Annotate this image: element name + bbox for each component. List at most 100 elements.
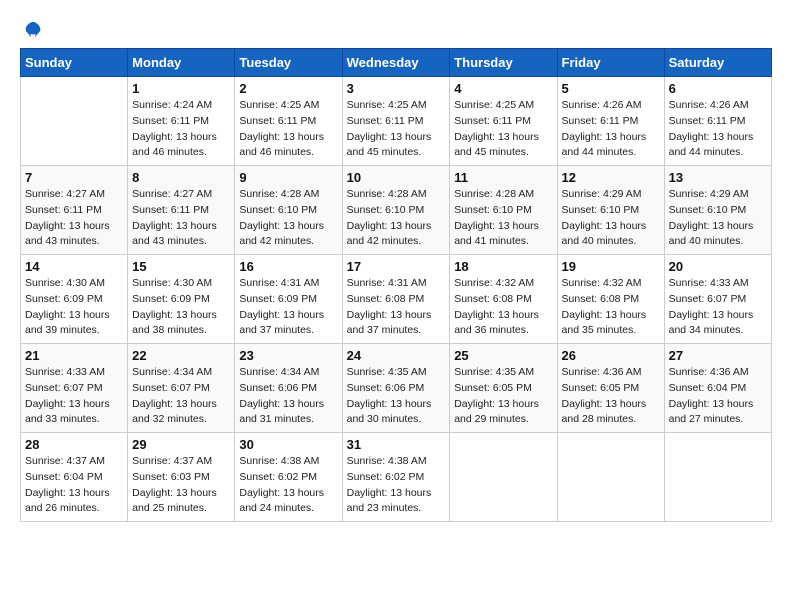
cell-day-number: 7 xyxy=(25,170,123,185)
cell-day-number: 19 xyxy=(562,259,660,274)
calendar-header-row: SundayMondayTuesdayWednesdayThursdayFrid… xyxy=(21,49,772,77)
cell-info: Sunrise: 4:29 AMSunset: 6:10 PMDaylight:… xyxy=(562,187,660,250)
calendar-cell: 25 Sunrise: 4:35 AMSunset: 6:05 PMDayligh… xyxy=(450,344,557,433)
calendar-cell: 8 Sunrise: 4:27 AMSunset: 6:11 PMDaylight… xyxy=(128,166,235,255)
calendar-cell xyxy=(664,433,771,522)
cell-info: Sunrise: 4:35 AMSunset: 6:06 PMDaylight:… xyxy=(347,365,446,428)
column-header-thursday: Thursday xyxy=(450,49,557,77)
cell-day-number: 21 xyxy=(25,348,123,363)
calendar-cell: 17 Sunrise: 4:31 AMSunset: 6:08 PMDayligh… xyxy=(342,255,450,344)
calendar-cell: 18 Sunrise: 4:32 AMSunset: 6:08 PMDayligh… xyxy=(450,255,557,344)
calendar-cell: 24 Sunrise: 4:35 AMSunset: 6:06 PMDayligh… xyxy=(342,344,450,433)
cell-day-number: 15 xyxy=(132,259,230,274)
calendar-cell: 21 Sunrise: 4:33 AMSunset: 6:07 PMDayligh… xyxy=(21,344,128,433)
cell-day-number: 22 xyxy=(132,348,230,363)
cell-info: Sunrise: 4:37 AMSunset: 6:04 PMDaylight:… xyxy=(25,454,123,517)
calendar-cell: 2Sunrise: 4:25 AMSunset: 6:11 PMDaylight… xyxy=(235,77,342,166)
calendar-week-row: 28Sunrise: 4:37 AMSunset: 6:04 PMDayligh… xyxy=(21,433,772,522)
cell-day-number: 6 xyxy=(669,81,767,96)
cell-day-number: 30 xyxy=(239,437,337,452)
cell-day-number: 26 xyxy=(562,348,660,363)
calendar-cell: 14 Sunrise: 4:30 AMSunset: 6:09 PMDayligh… xyxy=(21,255,128,344)
cell-info: Sunrise: 4:27 AMSunset: 6:11 PMDaylight:… xyxy=(132,187,230,250)
calendar-cell: 20 Sunrise: 4:33 AMSunset: 6:07 PMDayligh… xyxy=(664,255,771,344)
calendar-cell: 27Sunrise: 4:36 AMSunset: 6:04 PMDayligh… xyxy=(664,344,771,433)
cell-info: Sunrise: 4:32 AMSunset: 6:08 PMDaylight:… xyxy=(562,276,660,339)
cell-day-number: 29 xyxy=(132,437,230,452)
calendar-cell: 6 Sunrise: 4:26 AMSunset: 6:11 PMDaylight… xyxy=(664,77,771,166)
cell-day-number: 12 xyxy=(562,170,660,185)
cell-day-number: 27 xyxy=(669,348,767,363)
cell-info: Sunrise: 4:28 AMSunset: 6:10 PMDaylight:… xyxy=(454,187,552,250)
calendar-week-row: 1 Sunrise: 4:24 AMSunset: 6:11 PMDaylight… xyxy=(21,77,772,166)
cell-info: Sunrise: 4:33 AMSunset: 6:07 PMDaylight:… xyxy=(669,276,767,339)
cell-info: Sunrise: 4:34 AMSunset: 6:06 PMDaylight:… xyxy=(239,365,337,428)
column-header-tuesday: Tuesday xyxy=(235,49,342,77)
cell-day-number: 14 xyxy=(25,259,123,274)
calendar-cell: 26 Sunrise: 4:36 AMSunset: 6:05 PMDayligh… xyxy=(557,344,664,433)
cell-day-number: 24 xyxy=(347,348,446,363)
cell-info: Sunrise: 4:26 AMSunset: 6:11 PMDaylight:… xyxy=(669,98,767,161)
cell-day-number: 17 xyxy=(347,259,446,274)
cell-info: Sunrise: 4:25 AMSunset: 6:11 PMDaylight:… xyxy=(347,98,446,161)
cell-day-number: 25 xyxy=(454,348,552,363)
cell-day-number: 1 xyxy=(132,81,230,96)
calendar-cell: 19 Sunrise: 4:32 AMSunset: 6:08 PMDayligh… xyxy=(557,255,664,344)
column-header-sunday: Sunday xyxy=(21,49,128,77)
logo xyxy=(20,20,44,38)
header xyxy=(20,20,772,38)
calendar-cell: 10 Sunrise: 4:28 AMSunset: 6:10 PMDayligh… xyxy=(342,166,450,255)
column-header-saturday: Saturday xyxy=(664,49,771,77)
calendar-cell: 23 Sunrise: 4:34 AMSunset: 6:06 PMDayligh… xyxy=(235,344,342,433)
calendar-cell: 4Sunrise: 4:25 AMSunset: 6:11 PMDaylight… xyxy=(450,77,557,166)
calendar-cell: 31Sunrise: 4:38 AMSunset: 6:02 PMDayligh… xyxy=(342,433,450,522)
cell-info: Sunrise: 4:35 AMSunset: 6:05 PMDaylight:… xyxy=(454,365,552,428)
cell-info: Sunrise: 4:33 AMSunset: 6:07 PMDaylight:… xyxy=(25,365,123,428)
cell-day-number: 23 xyxy=(239,348,337,363)
calendar-cell: 16 Sunrise: 4:31 AMSunset: 6:09 PMDayligh… xyxy=(235,255,342,344)
cell-info: Sunrise: 4:38 AMSunset: 6:02 PMDaylight:… xyxy=(347,454,446,517)
calendar-week-row: 14 Sunrise: 4:30 AMSunset: 6:09 PMDayligh… xyxy=(21,255,772,344)
cell-day-number: 8 xyxy=(132,170,230,185)
calendar-cell: 5 Sunrise: 4:26 AMSunset: 6:11 PMDaylight… xyxy=(557,77,664,166)
cell-info: Sunrise: 4:26 AMSunset: 6:11 PMDaylight:… xyxy=(562,98,660,161)
cell-info: Sunrise: 4:28 AMSunset: 6:10 PMDaylight:… xyxy=(239,187,337,250)
calendar-cell: 28Sunrise: 4:37 AMSunset: 6:04 PMDayligh… xyxy=(21,433,128,522)
calendar-cell: 3 Sunrise: 4:25 AMSunset: 6:11 PMDaylight… xyxy=(342,77,450,166)
calendar-cell: 22 Sunrise: 4:34 AMSunset: 6:07 PMDayligh… xyxy=(128,344,235,433)
calendar-cell: 13Sunrise: 4:29 AMSunset: 6:10 PMDayligh… xyxy=(664,166,771,255)
cell-info: Sunrise: 4:36 AMSunset: 6:05 PMDaylight:… xyxy=(562,365,660,428)
cell-info: Sunrise: 4:28 AMSunset: 6:10 PMDaylight:… xyxy=(347,187,446,250)
calendar-table: SundayMondayTuesdayWednesdayThursdayFrid… xyxy=(20,48,772,522)
cell-day-number: 3 xyxy=(347,81,446,96)
cell-day-number: 5 xyxy=(562,81,660,96)
cell-day-number: 10 xyxy=(347,170,446,185)
column-header-friday: Friday xyxy=(557,49,664,77)
cell-info: Sunrise: 4:30 AMSunset: 6:09 PMDaylight:… xyxy=(25,276,123,339)
cell-info: Sunrise: 4:30 AMSunset: 6:09 PMDaylight:… xyxy=(132,276,230,339)
cell-info: Sunrise: 4:24 AMSunset: 6:11 PMDaylight:… xyxy=(132,98,230,161)
calendar-cell xyxy=(450,433,557,522)
cell-day-number: 11 xyxy=(454,170,552,185)
calendar-week-row: 21 Sunrise: 4:33 AMSunset: 6:07 PMDayligh… xyxy=(21,344,772,433)
cell-info: Sunrise: 4:38 AMSunset: 6:02 PMDaylight:… xyxy=(239,454,337,517)
calendar-cell: 12 Sunrise: 4:29 AMSunset: 6:10 PMDayligh… xyxy=(557,166,664,255)
calendar-cell: 7 Sunrise: 4:27 AMSunset: 6:11 PMDaylight… xyxy=(21,166,128,255)
calendar-body: 1 Sunrise: 4:24 AMSunset: 6:11 PMDaylight… xyxy=(21,77,772,522)
cell-info: Sunrise: 4:32 AMSunset: 6:08 PMDaylight:… xyxy=(454,276,552,339)
cell-day-number: 18 xyxy=(454,259,552,274)
cell-info: Sunrise: 4:29 AMSunset: 6:10 PMDaylight:… xyxy=(669,187,767,250)
cell-day-number: 16 xyxy=(239,259,337,274)
calendar-cell xyxy=(557,433,664,522)
cell-day-number: 20 xyxy=(669,259,767,274)
cell-info: Sunrise: 4:27 AMSunset: 6:11 PMDaylight:… xyxy=(25,187,123,250)
cell-info: Sunrise: 4:31 AMSunset: 6:08 PMDaylight:… xyxy=(347,276,446,339)
calendar-cell: 30 Sunrise: 4:38 AMSunset: 6:02 PMDayligh… xyxy=(235,433,342,522)
cell-day-number: 9 xyxy=(239,170,337,185)
cell-info: Sunrise: 4:37 AMSunset: 6:03 PMDaylight:… xyxy=(132,454,230,517)
cell-info: Sunrise: 4:34 AMSunset: 6:07 PMDaylight:… xyxy=(132,365,230,428)
calendar-week-row: 7 Sunrise: 4:27 AMSunset: 6:11 PMDaylight… xyxy=(21,166,772,255)
cell-info: Sunrise: 4:31 AMSunset: 6:09 PMDaylight:… xyxy=(239,276,337,339)
calendar-cell: 15 Sunrise: 4:30 AMSunset: 6:09 PMDayligh… xyxy=(128,255,235,344)
calendar-cell: 1 Sunrise: 4:24 AMSunset: 6:11 PMDaylight… xyxy=(128,77,235,166)
